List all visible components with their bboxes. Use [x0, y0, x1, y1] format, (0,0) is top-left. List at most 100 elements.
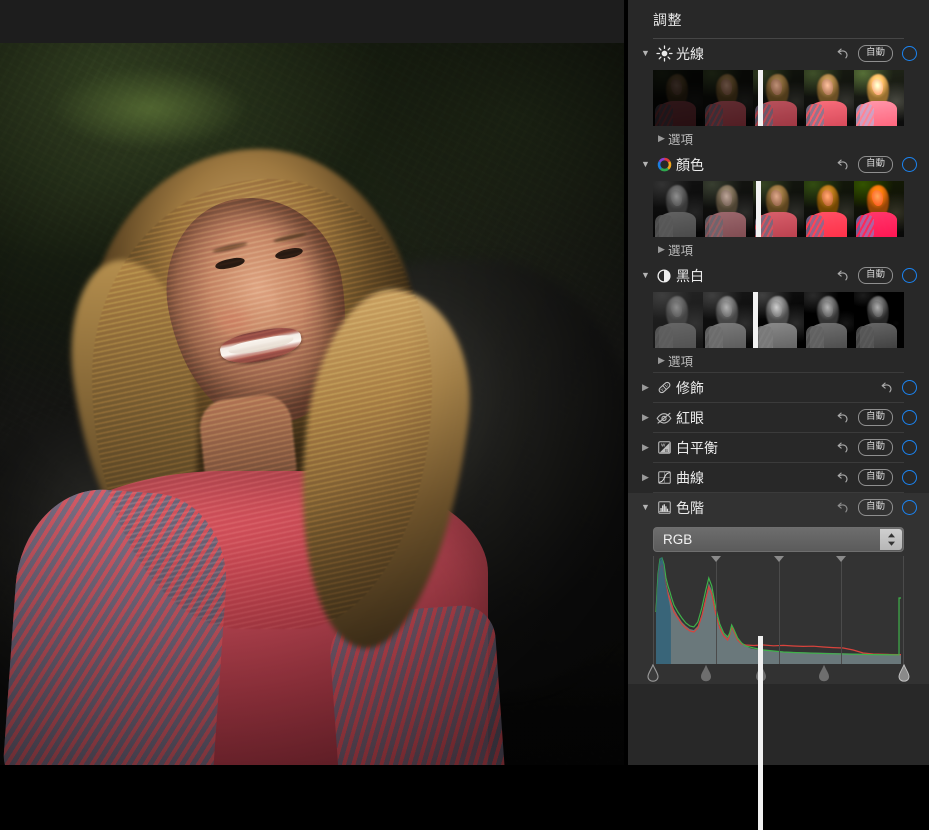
- options-label-color: 選項: [668, 240, 693, 259]
- section-controls-blackwhite: 自動: [835, 267, 917, 285]
- thumbnail-item[interactable]: [804, 70, 854, 126]
- strip-position-marker[interactable]: [756, 181, 761, 237]
- section-header-color[interactable]: ▼ 顏色 自動: [628, 150, 929, 179]
- thumbnail-item[interactable]: [653, 70, 703, 126]
- shadows-handle[interactable]: [699, 664, 713, 682]
- levels-handles: [653, 664, 904, 684]
- section-label-color: 顏色: [676, 155, 704, 175]
- enable-toggle-color[interactable]: [902, 157, 917, 172]
- revert-icon[interactable]: [835, 501, 849, 515]
- photo-subject: [52, 139, 522, 765]
- auto-button-color[interactable]: 自動: [858, 156, 893, 174]
- inspector-header: 調整: [628, 0, 929, 30]
- thumbnail-item[interactable]: [854, 292, 904, 348]
- row-redeye[interactable]: ▶ 紅眼 自動: [628, 403, 929, 432]
- revert-icon[interactable]: [835, 269, 849, 283]
- revert-icon[interactable]: [835, 441, 849, 455]
- section-controls-light: 自動: [835, 45, 917, 63]
- section-header-light[interactable]: ▼ 光線 自動: [628, 39, 929, 68]
- stepper-updown-icon[interactable]: [880, 529, 902, 550]
- histogram-tick: [711, 556, 721, 562]
- histogram-gridline: [779, 556, 780, 664]
- revert-icon[interactable]: [879, 381, 893, 395]
- thumbnail-item[interactable]: [653, 292, 703, 348]
- row-label-whitebalance: 白平衡: [676, 438, 718, 458]
- thumbnail-item[interactable]: [854, 70, 904, 126]
- enable-toggle-levels[interactable]: [902, 500, 917, 515]
- enable-toggle-redeye[interactable]: [902, 410, 917, 425]
- subject-hair-strands: [92, 179, 432, 629]
- disclosure-triangle-down-icon[interactable]: ▼: [639, 503, 652, 512]
- disclosure-triangle-right-icon[interactable]: ▶: [655, 134, 668, 143]
- histogram-tick: [836, 556, 846, 562]
- light-thumbnail-strip[interactable]: [653, 70, 904, 126]
- row-whitebalance[interactable]: ▶ W B 白平衡 自動: [628, 433, 929, 462]
- thumbnail-item[interactable]: [703, 181, 753, 237]
- thumbnail-item[interactable]: [854, 181, 904, 237]
- enable-toggle-blackwhite[interactable]: [902, 268, 917, 283]
- blackwhite-thumbnail-strip[interactable]: [653, 292, 904, 348]
- section-controls-color: 自動: [835, 156, 917, 174]
- revert-icon[interactable]: [835, 411, 849, 425]
- section-blackwhite: ▼ 黑白 自動: [628, 261, 929, 372]
- color-thumbnail-strip[interactable]: [653, 181, 904, 237]
- revert-icon[interactable]: [835, 47, 849, 61]
- photo-canvas[interactable]: [0, 43, 624, 765]
- auto-button-levels[interactable]: 自動: [858, 499, 893, 517]
- section-header-blackwhite[interactable]: ▼ 黑白 自動: [628, 261, 929, 290]
- disclosure-triangle-right-icon[interactable]: ▶: [639, 383, 652, 392]
- disclosure-triangle-right-icon[interactable]: ▶: [655, 356, 668, 365]
- sun-icon: [652, 45, 676, 62]
- thumbnail-item[interactable]: [653, 181, 703, 237]
- section-color: ▼ 顏色 自動: [628, 150, 929, 261]
- strip-position-marker[interactable]: [758, 70, 763, 126]
- photo-viewer[interactable]: [0, 0, 624, 765]
- white-point-handle[interactable]: [897, 664, 911, 682]
- thumbnail-item[interactable]: [703, 292, 753, 348]
- thumbnail-item[interactable]: [804, 181, 854, 237]
- row-controls-curves: 自動: [835, 469, 917, 487]
- channel-select-wrapper: RGB: [653, 527, 904, 552]
- thumbnail-item[interactable]: [703, 70, 753, 126]
- options-row-blackwhite[interactable]: ▶ 選項: [628, 348, 929, 372]
- auto-button-light[interactable]: 自動: [858, 45, 893, 63]
- svg-text:B: B: [665, 448, 668, 453]
- revert-icon[interactable]: [835, 158, 849, 172]
- disclosure-triangle-right-icon[interactable]: ▶: [639, 413, 652, 422]
- row-retouch[interactable]: ▶ 修飾: [628, 373, 929, 402]
- auto-button-whitebalance[interactable]: 自動: [858, 439, 893, 457]
- row-controls-retouch: [879, 380, 917, 395]
- channel-select[interactable]: RGB: [653, 527, 904, 552]
- disclosure-triangle-down-icon[interactable]: ▼: [639, 49, 652, 58]
- row-curves[interactable]: ▶ 曲線 自動: [628, 463, 929, 492]
- black-point-handle[interactable]: [646, 664, 660, 682]
- enable-toggle-light[interactable]: [902, 46, 917, 61]
- enable-toggle-whitebalance[interactable]: [902, 440, 917, 455]
- eye-slash-icon: [652, 409, 676, 427]
- enable-toggle-curves[interactable]: [902, 470, 917, 485]
- highlights-handle[interactable]: [817, 664, 831, 682]
- auto-button-curves[interactable]: 自動: [858, 469, 893, 487]
- auto-button-blackwhite[interactable]: 自動: [858, 267, 893, 285]
- options-label-blackwhite: 選項: [668, 351, 693, 370]
- row-levels[interactable]: ▼ 色階: [628, 493, 929, 522]
- callout-pointer-line: [758, 636, 763, 830]
- histogram-gridline: [841, 556, 842, 664]
- disclosure-triangle-down-icon[interactable]: ▼: [639, 271, 652, 280]
- row-label-curves: 曲線: [676, 468, 704, 488]
- strip-position-marker[interactable]: [753, 292, 758, 348]
- thumbnail-item[interactable]: [753, 292, 803, 348]
- disclosure-triangle-right-icon[interactable]: ▶: [639, 443, 652, 452]
- levels-icon: [652, 499, 676, 516]
- revert-icon[interactable]: [835, 471, 849, 485]
- thumbnail-item[interactable]: [804, 292, 854, 348]
- disclosure-triangle-down-icon[interactable]: ▼: [639, 160, 652, 169]
- options-row-color[interactable]: ▶ 選項: [628, 237, 929, 261]
- options-row-light[interactable]: ▶ 選項: [628, 126, 929, 150]
- disclosure-triangle-right-icon[interactable]: ▶: [655, 245, 668, 254]
- enable-toggle-retouch[interactable]: [902, 380, 917, 395]
- thumbnail-item[interactable]: [753, 181, 803, 237]
- levels-histogram[interactable]: [653, 556, 904, 664]
- auto-button-redeye[interactable]: 自動: [858, 409, 893, 427]
- disclosure-triangle-right-icon[interactable]: ▶: [639, 473, 652, 482]
